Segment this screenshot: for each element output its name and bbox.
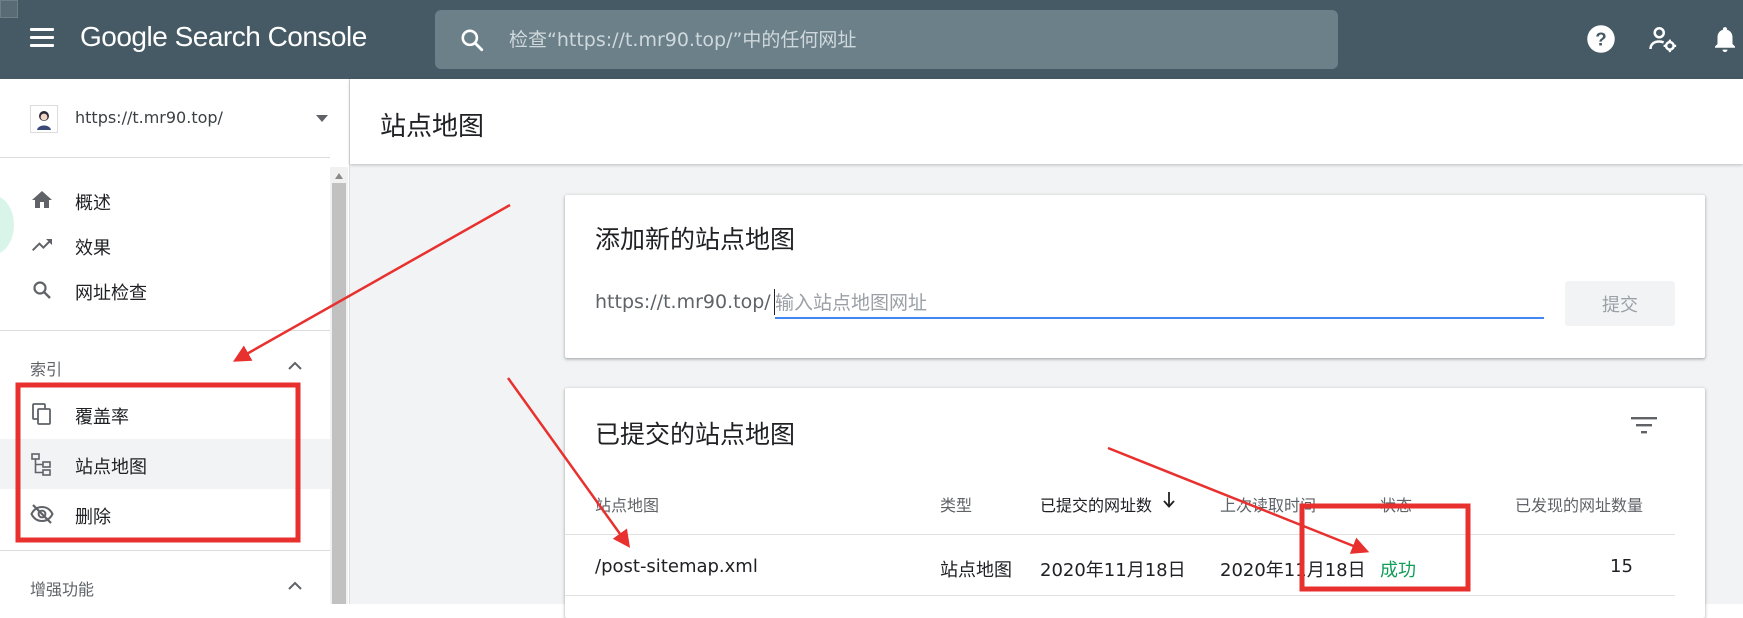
- column-header-discovered[interactable]: 已发现的网址数量: [1515, 492, 1643, 516]
- search-icon[interactable]: [459, 27, 485, 53]
- status-badge: 成功: [1380, 560, 1416, 581]
- svg-text:?: ?: [1595, 28, 1606, 49]
- property-url: https://t.mr90.top/: [75, 108, 223, 127]
- cell-sitemap[interactable]: /post-sitemap.xml: [595, 556, 758, 577]
- sidebar-item-label: 网址检查: [75, 283, 147, 304]
- notifications-icon[interactable]: [1710, 24, 1740, 54]
- sidebar-item-label: 效果: [75, 238, 111, 259]
- cell-last-read: 2020年11月18日: [1220, 560, 1366, 581]
- sidebar-item-label: 站点地图: [75, 457, 147, 478]
- sidebar-scrollbar[interactable]: [330, 167, 348, 604]
- property-selector[interactable]: https://t.mr90.top/: [0, 79, 350, 157]
- cell-discovered: 15: [1610, 556, 1633, 577]
- section-title-enhancements: 增强功能: [30, 580, 95, 599]
- sidebar-item-label: 概述: [75, 193, 111, 214]
- menu-icon[interactable]: [30, 28, 54, 48]
- cell-type: 站点地图: [940, 560, 1012, 581]
- divider: [0, 330, 330, 331]
- filter-icon[interactable]: [1631, 415, 1657, 435]
- page-header: 站点地图: [350, 79, 1743, 164]
- divider: [565, 534, 1675, 535]
- scroll-thumb[interactable]: [332, 183, 346, 604]
- sidebar-item-url-inspection[interactable]: 网址检查: [0, 265, 330, 315]
- scroll-up-icon[interactable]: [335, 173, 343, 179]
- sidebar-item-removals[interactable]: 删除: [0, 489, 330, 539]
- sitemap-url-prefix: https://t.mr90.top/: [595, 291, 771, 313]
- card-title: 添加新的站点地图: [595, 225, 796, 254]
- copy-icon: [32, 403, 51, 425]
- help-icon[interactable]: ?: [1586, 24, 1616, 54]
- admin-settings-icon[interactable]: [1648, 24, 1678, 54]
- submitted-sitemaps-card: 已提交的站点地图 站点地图 类型 已提交的网址数 上次读取时间 状态 已发现的网…: [565, 388, 1705, 618]
- card-title: 已提交的站点地图: [595, 420, 796, 449]
- chevron-down-icon[interactable]: [316, 115, 328, 122]
- submit-button[interactable]: 提交: [1565, 281, 1675, 326]
- section-title-index: 索引: [30, 360, 63, 379]
- column-header-last-read[interactable]: 上次读取时间: [1220, 492, 1316, 516]
- sidebar-item-label: 删除: [75, 507, 111, 528]
- search-input[interactable]: [507, 10, 1307, 69]
- column-header-status[interactable]: 状态: [1380, 492, 1412, 516]
- window-corner-icon: [0, 0, 18, 18]
- add-sitemap-card: 添加新的站点地图 https://t.mr90.top/ 提交: [565, 195, 1705, 358]
- main-content: 站点地图 添加新的站点地图 https://t.mr90.top/ 提交 已提交…: [350, 79, 1743, 618]
- app-logo[interactable]: Google Search Console: [80, 21, 367, 53]
- sidebar: https://t.mr90.top/ 概述 效果 网址检查 索引 覆盖率 站点…: [0, 79, 350, 604]
- sidebar-item-sitemaps[interactable]: 站点地图: [0, 439, 330, 489]
- sidebar-item-overview[interactable]: 概述: [0, 175, 330, 225]
- column-header-sitemap[interactable]: 站点地图: [595, 492, 659, 516]
- search-icon: [33, 281, 51, 299]
- divider: [0, 550, 330, 551]
- arrow-down-icon[interactable]: [1162, 491, 1176, 509]
- sidebar-item-label: 覆盖率: [75, 407, 129, 428]
- cell-submitted: 2020年11月18日: [1040, 560, 1186, 581]
- sitemap-icon: [31, 453, 51, 476]
- visibility-off-icon: [30, 504, 54, 524]
- chevron-up-icon[interactable]: [288, 361, 302, 371]
- page-title: 站点地图: [380, 112, 485, 142]
- sidebar-item-performance[interactable]: 效果: [0, 220, 330, 270]
- trending-up-icon: [32, 239, 52, 251]
- url-inspection-search[interactable]: [435, 10, 1338, 69]
- property-favicon: [30, 105, 58, 133]
- column-header-type[interactable]: 类型: [940, 492, 972, 516]
- column-header-submitted[interactable]: 已提交的网址数: [1040, 492, 1152, 516]
- divider: [565, 595, 1675, 596]
- sitemap-url-input[interactable]: [775, 288, 1544, 319]
- top-app-bar: Google Search Console ?: [0, 0, 1743, 79]
- sidebar-item-coverage[interactable]: 覆盖率: [0, 389, 330, 439]
- home-icon: [32, 191, 52, 208]
- divider: [0, 157, 330, 158]
- chevron-up-icon[interactable]: [288, 581, 302, 591]
